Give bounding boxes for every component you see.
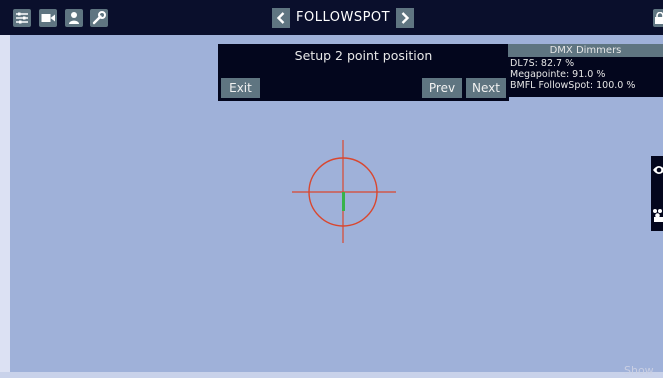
user-icon (69, 12, 79, 24)
chevron-left-icon (276, 12, 285, 24)
show-label[interactable]: Show (624, 364, 654, 377)
dmx-dimmer-line: DL7S: 82.7 % (510, 58, 575, 69)
chevron-right-icon (401, 12, 410, 24)
sliders-button[interactable] (13, 9, 31, 27)
user-button[interactable] (65, 9, 83, 27)
side-toolbar (651, 156, 663, 231)
previous-screen-button[interactable] (272, 8, 290, 28)
camera-icon (41, 14, 55, 22)
setup-title: Setup 2 point position (294, 48, 433, 63)
screen-title: FOLLOWSPOT (296, 10, 391, 25)
dmx-dimmer-line: Megapointe: 91.0 % (510, 69, 606, 80)
top-toolbar: FOLLOWSPOT (0, 0, 663, 35)
bottom-edge-strip (0, 372, 663, 378)
lock-icon (655, 12, 663, 24)
group-icon[interactable] (653, 209, 663, 222)
sliders-icon (16, 12, 28, 24)
prev-button[interactable]: Prev (422, 78, 462, 98)
lock-button[interactable] (653, 9, 663, 27)
dmx-dimmers-panel: DMX Dimmers DL7S: 82.7 % Megapointe: 91.… (508, 44, 663, 97)
side-toolbar-icons (653, 166, 663, 222)
wrench-icon (92, 11, 106, 25)
followspot-crosshair[interactable] (280, 132, 400, 252)
exit-button[interactable]: Exit (221, 78, 260, 98)
camera-button[interactable] (39, 9, 57, 27)
dmx-title: DMX Dimmers (508, 44, 663, 57)
dmx-dimmer-line: BMFL FollowSpot: 100.0 % (510, 80, 636, 91)
wrench-button[interactable] (90, 9, 108, 27)
left-edge-strip (0, 35, 10, 378)
setup-dialog: Setup 2 point position Exit Prev Next (218, 44, 509, 101)
next-screen-button[interactable] (396, 8, 414, 28)
eye-icon[interactable] (653, 166, 663, 174)
next-button[interactable]: Next (466, 78, 506, 98)
